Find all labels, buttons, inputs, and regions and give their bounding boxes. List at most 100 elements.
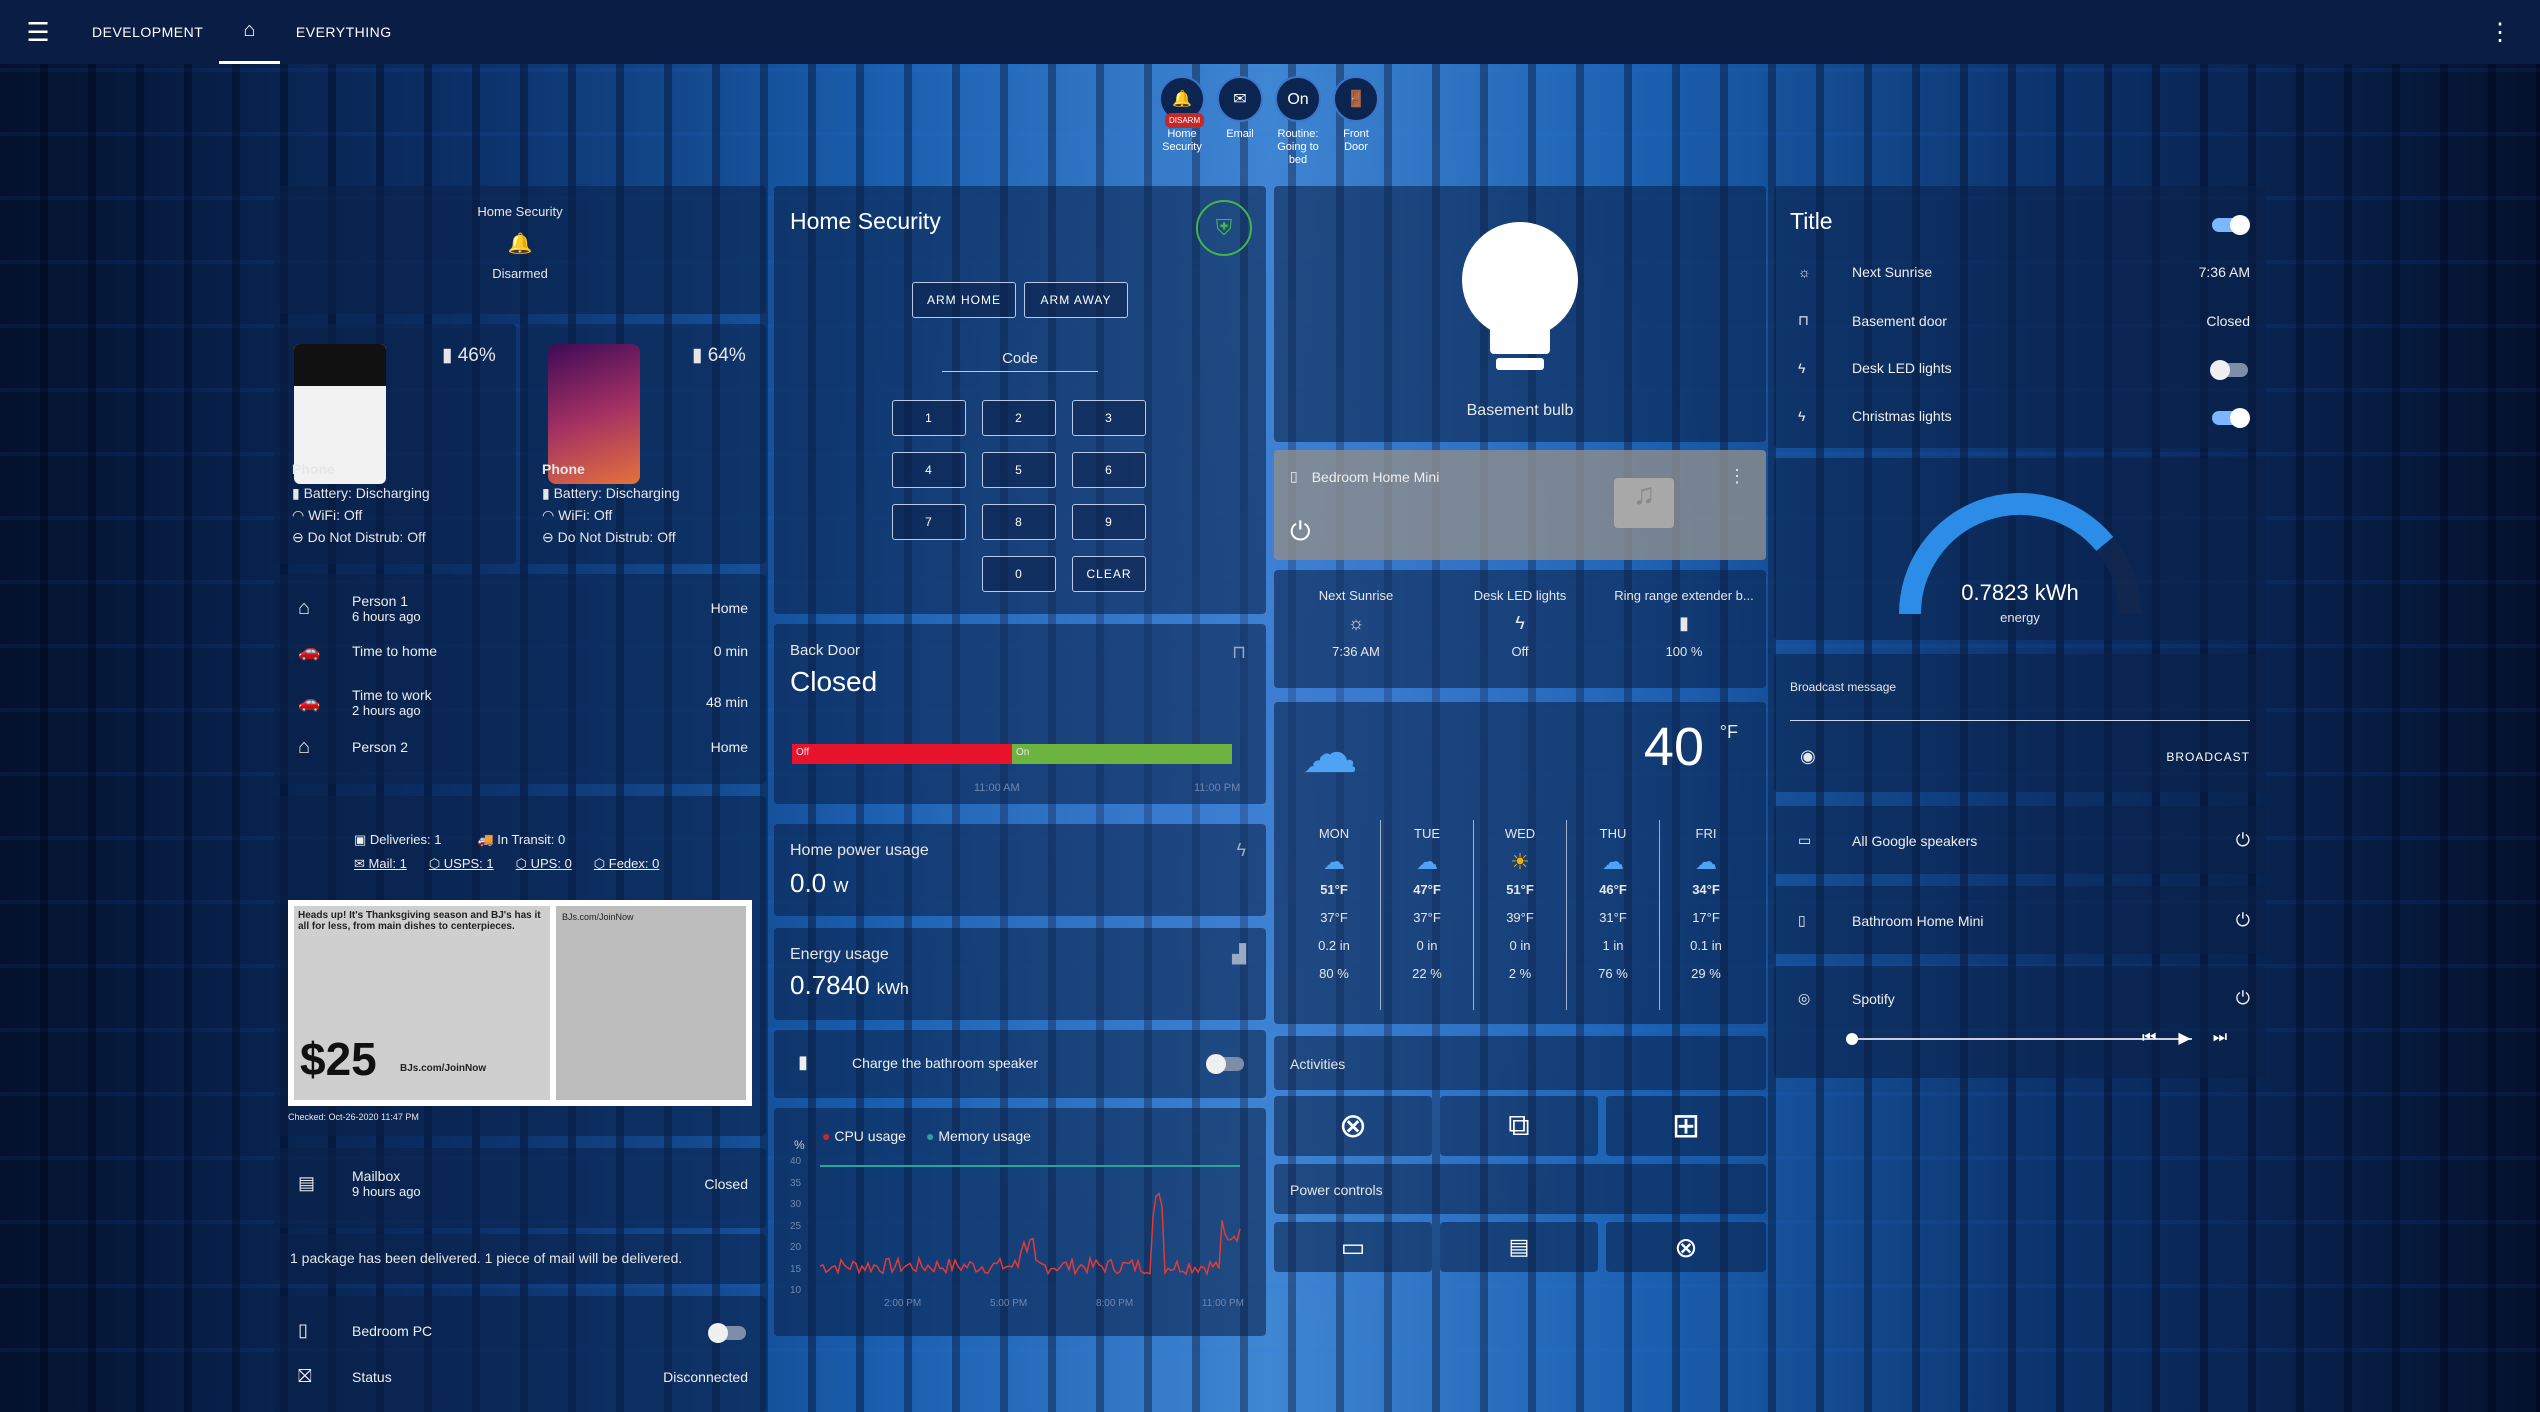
charge-row[interactable]: ▮ Charge the bathroom speaker — [798, 1052, 1038, 1073]
keypad-key[interactable]: 5 — [982, 452, 1056, 488]
legend-memory[interactable]: ● Memory usage — [926, 1128, 1031, 1144]
basement-bulb-card[interactable]: Basement bulb — [1274, 186, 1766, 442]
previous-track-icon[interactable]: ⏮ — [2142, 1029, 2156, 1047]
keypad-key[interactable]: 7 — [892, 504, 966, 540]
sunrise-icon: ☼ — [1347, 613, 1365, 633]
all-speakers-card[interactable]: ▭ All Google speakers ⏻ — [1774, 806, 2266, 874]
entity-row[interactable]: ⊓ Basement door Closed — [1798, 312, 2250, 329]
travel-row[interactable]: 🚗 Time to home 0 min — [298, 636, 748, 666]
tab-everything[interactable]: EVERYTHING — [280, 0, 408, 64]
mail-heading: Heads up! It's Thanksgiving season and B… — [298, 910, 541, 932]
power-button[interactable]: ⏻ — [1290, 516, 1311, 548]
code-input[interactable]: Code — [942, 350, 1098, 372]
power-icon[interactable]: ⏻ — [2236, 988, 2250, 1009]
entity-row[interactable]: ϟ Desk LED lights — [1798, 360, 2250, 376]
more-options-icon[interactable]: ⋮ — [2488, 18, 2512, 47]
arm-home-button[interactable]: ARM HOME — [912, 282, 1016, 318]
television-icon: ▭ — [1340, 1231, 1366, 1262]
badge-front-door[interactable]: 🚪 Front Door — [1330, 76, 1382, 167]
security-title: Home Security — [477, 204, 563, 219]
travel-row[interactable]: 🚗 Time to work 2 hours ago 48 min — [298, 682, 748, 722]
glance-desk-led[interactable]: Desk LED lights ϟ Off — [1438, 588, 1602, 659]
security-badge-card[interactable]: Home Security 🔔 Disarmed — [274, 186, 766, 314]
broadcast-button[interactable]: BROADCAST — [2166, 750, 2250, 764]
play-icon[interactable]: ▶ — [2178, 1028, 2190, 1048]
tab-development[interactable]: DEVELOPMENT — [76, 0, 219, 64]
menu-icon[interactable]: ☰ — [0, 0, 76, 64]
badge-routine[interactable]: On Routine: Going to bed — [1272, 76, 1324, 167]
wifi-state: ◠ WiFi: Off — [292, 507, 363, 523]
mail-url: BJs.com/JoinNow — [400, 1063, 487, 1074]
bedroom-pc-toggle[interactable] — [708, 1323, 746, 1343]
pc-row[interactable]: ▯ Bedroom PC — [298, 1320, 748, 1341]
tab-home[interactable]: ⌂ — [219, 0, 280, 64]
battery-icon: ▮ — [1679, 613, 1689, 633]
badge-email[interactable]: ✉ Email — [1214, 76, 1266, 167]
fedex-link[interactable]: ⬡ Fedex: 0 — [594, 856, 660, 872]
checked-time: Checked: Oct-26-2020 11:47 PM — [288, 1112, 419, 1122]
power-icon[interactable]: ⏻ — [2236, 910, 2250, 931]
bathroom-mini-card[interactable]: ▯ Bathroom Home Mini ⏻ — [1774, 886, 2266, 954]
glance-sunrise[interactable]: Next Sunrise ☼ 7:36 AM — [1274, 588, 1438, 659]
forecast-icon: ☁ — [1695, 849, 1717, 874]
usps-link[interactable]: ⬡ USPS: 1 — [429, 856, 494, 872]
people-card: ⌂ Person 16 hours ago Home 🚗 Time to hom… — [274, 574, 766, 784]
keypad-key[interactable]: 1 — [892, 400, 966, 436]
media-player-card[interactable]: ▯ Bedroom Home Mini ⋮ ♫ ⏻ — [1274, 450, 1766, 560]
bulb-name: Basement bulb — [1466, 402, 1574, 419]
desk-led-toggle[interactable] — [2210, 360, 2248, 380]
phone-card-2[interactable]: ▮ 64% Phone ▮ Battery: Discharging ◠ WiF… — [524, 324, 766, 564]
entity-row[interactable]: ☼ Next Sunrise 7:36 AM — [1798, 264, 2250, 280]
receiver-power-button[interactable]: ▤ — [1440, 1222, 1598, 1272]
christmas-lights-toggle[interactable] — [2212, 408, 2250, 428]
keypad-key[interactable]: 8 — [982, 504, 1056, 540]
header-toggle[interactable] — [2212, 215, 2250, 235]
keypad-key[interactable]: 6 — [1072, 452, 1146, 488]
back-door-history-card[interactable]: Back Door Closed ⊓ Off On 11:00 AM 11:00… — [774, 624, 1266, 804]
x-tick: 8:00 PM — [1095, 1298, 1134, 1309]
phone-battery: ▮ 64% — [692, 345, 746, 366]
tv-power-button[interactable]: ▭ — [1274, 1222, 1432, 1272]
power-usage-card[interactable]: Home power usage 0.0 W ϟ — [774, 824, 1266, 916]
broadcast-input[interactable]: Broadcast message — [1790, 680, 2250, 721]
bell-icon: 🔔 — [1172, 90, 1192, 108]
more-options-icon[interactable]: ⋮ — [1728, 466, 1746, 487]
power-name: Home power usage — [790, 842, 929, 859]
mailbox-icon: ▤ — [298, 1173, 316, 1193]
mailbox-card[interactable]: ▤ Mailbox 9 hours ago Closed — [274, 1148, 766, 1228]
keypad-key[interactable]: 4 — [892, 452, 966, 488]
keypad-key[interactable]: 9 — [1072, 504, 1146, 540]
entity-row[interactable]: ϟ Christmas lights — [1798, 408, 2250, 424]
energy-usage-card[interactable]: Energy usage 0.7840 kWh ▟ — [774, 928, 1266, 1020]
keypad-clear-button[interactable]: CLEAR — [1072, 556, 1146, 592]
keypad-key[interactable]: 3 — [1072, 400, 1146, 436]
badge-home-security[interactable]: 🔔 DISARM Home Security — [1156, 76, 1208, 167]
arm-away-button[interactable]: ARM AWAY — [1024, 282, 1128, 318]
xbox-power-button[interactable]: ⊗ — [1606, 1222, 1766, 1272]
xbox-activity-button[interactable]: ⊗ — [1274, 1096, 1432, 1156]
flash-icon: ϟ — [1515, 613, 1525, 633]
charge-toggle[interactable] — [1206, 1054, 1244, 1074]
keypad-key[interactable]: 0 — [982, 556, 1056, 592]
volume-slider[interactable] — [1846, 1033, 2192, 1045]
person-row[interactable]: ⌂ Person 2 Home — [298, 732, 748, 762]
mail-link[interactable]: ✉ Mail: 1 — [354, 856, 407, 872]
phone-card-1[interactable]: ▮ 46% Phone ▮ Battery: Discharging ◠ WiF… — [274, 324, 516, 564]
forecast-day: MON ☁ 51°F 37°F 0.2 in 80 % — [1288, 820, 1381, 1010]
person-row[interactable]: ⌂ Person 16 hours ago Home — [298, 588, 748, 628]
next-track-icon[interactable]: ⏭ — [2213, 1029, 2227, 1047]
gauge-label: energy — [2000, 610, 2040, 625]
weather-card[interactable]: ☁ 40 °F MON ☁ 51°F 37°F 0.2 in 80 % TUE ☁ 47°F 37… — [1274, 702, 1766, 1024]
legend-cpu[interactable]: ● CPU usage — [822, 1128, 906, 1144]
energy-gauge-card[interactable]: 0.7823 kWh energy — [1774, 458, 2266, 640]
phone-name: Phone — [292, 461, 335, 477]
windows-activity-button[interactable]: ⊞ — [1606, 1096, 1766, 1156]
keypad-key[interactable]: 2 — [982, 400, 1056, 436]
glance-ring-extender[interactable]: Ring range extender b... ▮ 100 % — [1602, 588, 1766, 659]
spotify-card[interactable]: ◎ Spotify ⏻ ⏮ ▶ ⏭ — [1774, 966, 2266, 1078]
energy-name: Energy usage — [790, 946, 889, 963]
status-row: ⛝ Status Disconnected — [298, 1366, 748, 1386]
power-icon[interactable]: ⏻ — [2236, 830, 2250, 851]
ups-link[interactable]: ⬡ UPS: 0 — [516, 856, 572, 872]
switch-activity-button[interactable]: ⧉ — [1440, 1096, 1598, 1156]
